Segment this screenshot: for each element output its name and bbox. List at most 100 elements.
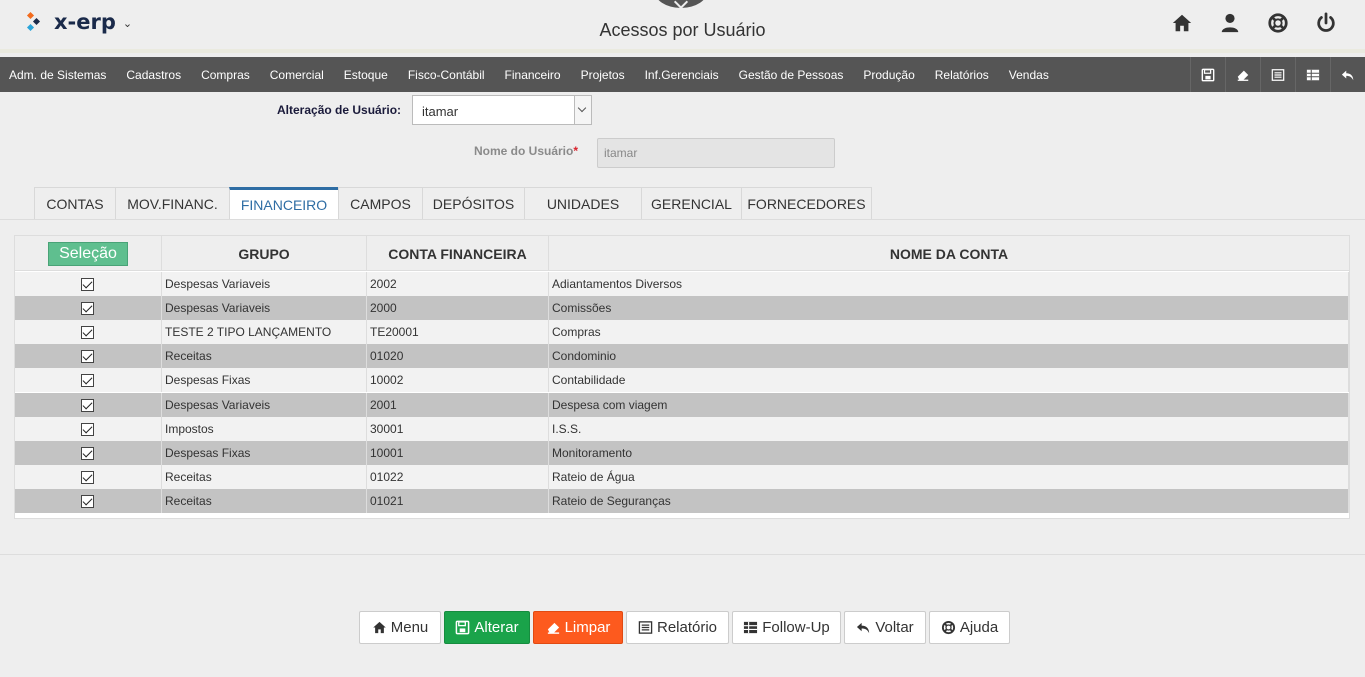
page-title: Acessos por Usuário (599, 20, 766, 40)
chevron-down-icon[interactable] (574, 96, 591, 124)
table-row[interactable]: Receitas 01021 Rateio de Seguranças (15, 488, 1349, 513)
home-icon[interactable] (1171, 12, 1193, 34)
table-row[interactable]: Despesas Variaveis 2001 Despesa com viagem (15, 392, 1349, 417)
conta-cell: 01022 (367, 464, 549, 489)
tab-bar: CONTAS MOV.FINANC. FINANCEIRO CAMPOS DEP… (34, 187, 872, 220)
menu-item-producao[interactable]: Produção (853, 68, 924, 82)
alterar-button-label: Alterar (474, 619, 519, 636)
row-checkbox[interactable] (81, 398, 94, 412)
table-row[interactable]: Receitas 01022 Rateio de Água (15, 464, 1349, 489)
table-row[interactable]: Despesas Fixas 10001 Monitoramento (15, 440, 1349, 465)
menu-item-comercial[interactable]: Comercial (260, 68, 334, 82)
user-icon[interactable] (1219, 12, 1241, 34)
lifebuoy-icon[interactable] (1267, 12, 1289, 34)
user-name-field[interactable]: itamar (597, 138, 835, 168)
row-checkbox[interactable] (81, 278, 94, 291)
tab-unidades[interactable]: UNIDADES (524, 187, 642, 220)
table-row[interactable]: Despesas Variaveis 2002 Adiantamentos Dive… (15, 272, 1349, 296)
alterar-button[interactable]: Alterar (444, 611, 530, 644)
tab-fornecedores[interactable]: FORNECEDORES (741, 187, 872, 220)
menu-item-cadastros[interactable]: Cadastros (116, 68, 191, 82)
eraser-tool-button[interactable] (1225, 57, 1260, 92)
select-cell (15, 344, 162, 369)
menu-item-adm-sistemas[interactable]: Adm. de Sistemas (0, 68, 116, 82)
table-row[interactable]: Receitas 01020 Condominio (15, 344, 1349, 369)
menu-item-inf-gerenciais[interactable]: Inf.Gerenciais (635, 68, 729, 82)
grupo-cell: Impostos (162, 416, 367, 441)
ajuda-button-label: Ajuda (959, 619, 999, 636)
lifebuoy-icon (941, 620, 955, 635)
column-header-grupo[interactable]: GRUPO (162, 236, 367, 271)
table-tool-button[interactable] (1295, 57, 1330, 92)
user-name-label-text: Nome do Usuário (474, 144, 574, 158)
menu-item-vendas[interactable]: Vendas (999, 68, 1059, 82)
main-menu: Adm. de Sistemas Cadastros Compras Comer… (0, 57, 1059, 92)
undo-icon (857, 622, 870, 634)
row-checkbox[interactable] (81, 446, 94, 460)
voltar-button-label: Voltar (875, 619, 914, 636)
row-checkbox[interactable] (81, 302, 94, 316)
menu-item-projetos[interactable]: Projetos (571, 68, 635, 82)
conta-cell: 30001 (367, 416, 549, 441)
eraser-icon (1237, 70, 1249, 81)
undo-tool-button[interactable] (1330, 57, 1365, 92)
table-row[interactable]: Impostos 30001 I.S.S. (15, 416, 1349, 441)
select-cell (15, 392, 162, 417)
row-checkbox[interactable] (81, 422, 94, 436)
nome-cell: I.S.S. (549, 416, 1349, 441)
ajuda-button[interactable]: Ajuda (929, 611, 1010, 644)
save-tool-button[interactable] (1190, 57, 1225, 92)
row-checkbox[interactable] (81, 470, 94, 484)
menu-button[interactable]: Menu (359, 611, 441, 644)
grupo-cell: Despesas Fixas (162, 440, 367, 465)
list-tool-button[interactable] (1260, 57, 1295, 92)
power-icon[interactable] (1315, 12, 1337, 34)
user-select-value: itamar (422, 104, 459, 119)
list-icon (1271, 68, 1285, 81)
relatorio-button[interactable]: Relatório (626, 611, 729, 644)
row-checkbox[interactable] (81, 374, 94, 388)
tab-divider (0, 219, 1365, 220)
tab-financeiro[interactable]: FINANCEIRO (229, 187, 339, 220)
nome-cell: Adiantamentos Diversos (549, 272, 1349, 296)
select-cell (15, 368, 162, 393)
menu-item-fisco-contabil[interactable]: Fisco-Contábil (398, 68, 495, 82)
table-row[interactable]: Despesas Fixas 10002 Contabilidade (15, 368, 1349, 393)
select-cell (15, 320, 162, 345)
grupo-cell: Receitas (162, 488, 367, 513)
collapse-header-icon[interactable] (654, 0, 708, 8)
app-header: x-erp ⌄ Acessos por Usuário (0, 0, 1365, 53)
nome-cell: Comissões (549, 296, 1349, 321)
menu-item-financeiro[interactable]: Financeiro (495, 68, 571, 82)
table-row[interactable]: TESTE 2 TIPO LANÇAMENTO TE20001 Compras (15, 320, 1349, 345)
limpar-button[interactable]: Limpar (533, 611, 623, 644)
column-header-conta[interactable]: CONTA FINANCEIRA (367, 236, 549, 271)
nome-cell: Rateio de Seguranças (549, 488, 1349, 513)
menu-item-compras[interactable]: Compras (191, 68, 260, 82)
select-cell (15, 488, 162, 513)
followup-button[interactable]: Follow-Up (732, 611, 841, 644)
menu-item-relatorios[interactable]: Relatórios (925, 68, 999, 82)
nome-cell: Monitoramento (549, 440, 1349, 465)
tab-contas[interactable]: CONTAS (34, 187, 116, 220)
required-mark: * (573, 144, 579, 158)
home-icon (372, 621, 386, 634)
tab-depositos[interactable]: DEPÓSITOS (422, 187, 525, 220)
menu-item-gestao-pessoas[interactable]: Gestão de Pessoas (729, 68, 854, 82)
column-header-nome[interactable]: NOME DA CONTA (549, 236, 1349, 271)
row-checkbox[interactable] (81, 326, 94, 340)
table-icon (1306, 69, 1320, 80)
select-all-button[interactable]: Seleção (48, 241, 128, 266)
row-checkbox[interactable] (81, 494, 94, 508)
tab-mov-financ[interactable]: MOV.FINANC. (115, 187, 230, 220)
menu-item-estoque[interactable]: Estoque (334, 68, 398, 82)
table-row[interactable]: Despesas Variaveis 2000 Comissões (15, 296, 1349, 321)
tab-gerencial[interactable]: GERENCIAL (641, 187, 742, 220)
table-header: Seleção GRUPO CONTA FINANCEIRA NOME DA C… (15, 236, 1349, 271)
user-select[interactable]: itamar (412, 95, 592, 125)
row-checkbox[interactable] (81, 350, 94, 364)
main-menu-bar: Adm. de Sistemas Cadastros Compras Comer… (0, 57, 1365, 92)
tab-campos[interactable]: CAMPOS (338, 187, 423, 220)
voltar-button[interactable]: Voltar (844, 611, 926, 644)
conta-cell: 01020 (367, 344, 549, 369)
